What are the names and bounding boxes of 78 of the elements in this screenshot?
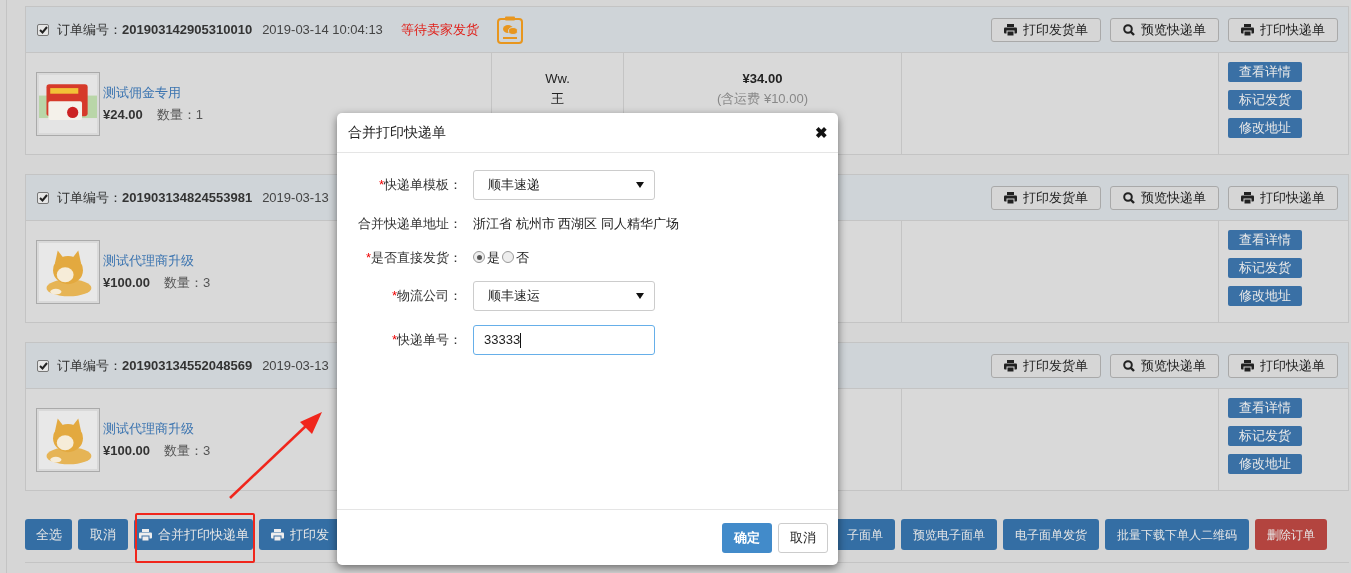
printer-icon [1004,359,1017,372]
bulk-action-button[interactable]: 批量下载下单人二维码 [1105,519,1249,550]
radio-button[interactable] [502,251,514,264]
magnifier-icon [1123,359,1135,372]
header-button[interactable]: 打印发货单 [991,185,1101,210]
bulk-action-button[interactable]: 取消 [78,519,128,550]
product-link[interactable]: 测试佣金专用 [103,82,203,102]
header-button[interactable]: 打印快递单 [1228,185,1338,210]
product-link[interactable]: 测试代理商升级 [103,250,211,270]
buyer-info: Ww. [545,70,570,88]
magnifier-icon [1123,191,1135,204]
action-button[interactable]: 修改地址 [1228,286,1302,306]
header-button[interactable]: 预览快递单 [1110,353,1219,378]
printer-icon [1241,23,1254,36]
close-button[interactable]: ✖ [815,125,828,140]
field-value: 浙江省 杭州市 西湖区 同人精华广场 [473,215,679,233]
order-checkbox[interactable] [37,23,49,36]
field-label: *物流公司： [390,287,462,306]
product-quantity: 数量：3 [164,274,211,292]
product-price: ¥100.00 [103,274,150,292]
bulk-action-button[interactable]: 合并打印快递单 [134,519,253,550]
select-field[interactable]: 顺丰速递 [473,170,655,200]
bulk-action-button[interactable]: 电子面单发货 [1003,519,1099,550]
shipping-fee: (含运费 ¥10.00) [716,90,808,108]
field-label: *快递单号： [390,331,462,350]
dialog-title: 合并打印快递单 [348,123,446,142]
tracking-number-input[interactable]: 33333 [473,325,655,355]
action-button[interactable]: 修改地址 [1228,454,1302,474]
radio-button[interactable] [473,251,485,264]
action-button[interactable]: 标记发货 [1228,90,1302,110]
product-price: ¥24.00 [103,106,143,124]
order-number: 订单编号：201903142905310010 [57,20,253,39]
field-label: *快递单模板： [377,176,462,195]
product-quantity: 数量：3 [164,442,211,460]
bulk-action-button[interactable]: 全选 [25,519,72,550]
bulk-action-button[interactable]: 删除订单 [1255,519,1327,550]
action-button[interactable]: 修改地址 [1228,118,1302,138]
order-time: 2019-03-13 [262,188,329,207]
header-button[interactable]: 打印快递单 [1228,353,1338,378]
dialog-button[interactable]: 取消 [778,522,828,553]
printer-icon [1004,23,1017,36]
bulk-action-button[interactable]: 预览电子面单 [901,519,997,550]
product-quantity: 数量：1 [156,106,203,124]
order-number: 订单编号：201903134824553981 [57,188,253,207]
order-number: 订单编号：201903134552048569 [57,356,253,375]
select-field[interactable]: 顺丰速运 [473,281,655,311]
action-button[interactable]: 查看详情 [1228,398,1302,418]
header-button[interactable]: 打印快递单 [1228,17,1338,42]
field-label: 合并快递单地址： [357,215,462,233]
buyer-info: 王 [551,90,564,108]
printer-icon [271,528,284,541]
field-label: *是否直接发货： [364,248,462,267]
printer-icon [138,528,152,541]
header-button[interactable]: 预览快递单 [1110,185,1219,210]
header-button[interactable]: 预览快递单 [1110,17,1219,42]
order-time: 2019-03-13 [262,356,329,375]
order-time: 2019-03-14 10:04:13 [262,20,383,39]
dropdown-caret-icon [636,293,644,299]
order-checkbox[interactable] [37,359,49,372]
printer-icon [1241,191,1254,204]
header-button[interactable]: 打印发货单 [991,353,1101,378]
action-button[interactable]: 标记发货 [1228,426,1302,446]
product-price: ¥100.00 [103,442,150,460]
printer-icon [1004,191,1017,204]
header-button[interactable]: 打印发货单 [991,17,1101,42]
radio-option[interactable]: 否 [502,247,529,267]
printer-icon [1241,359,1254,372]
product-link[interactable]: 测试代理商升级 [103,418,211,438]
radio-option[interactable]: 是 [473,247,500,267]
action-button[interactable]: 标记发货 [1228,258,1302,278]
action-button[interactable]: 查看详情 [1228,62,1302,82]
magnifier-icon [1123,23,1135,36]
order-status: 等待卖家发货 [400,20,479,39]
dialog-button[interactable]: 确定 [722,522,772,553]
order-checkbox[interactable] [37,191,49,204]
dropdown-caret-icon [636,182,644,188]
action-button[interactable]: 查看详情 [1228,230,1302,250]
order-total: ¥34.00 [742,70,783,88]
